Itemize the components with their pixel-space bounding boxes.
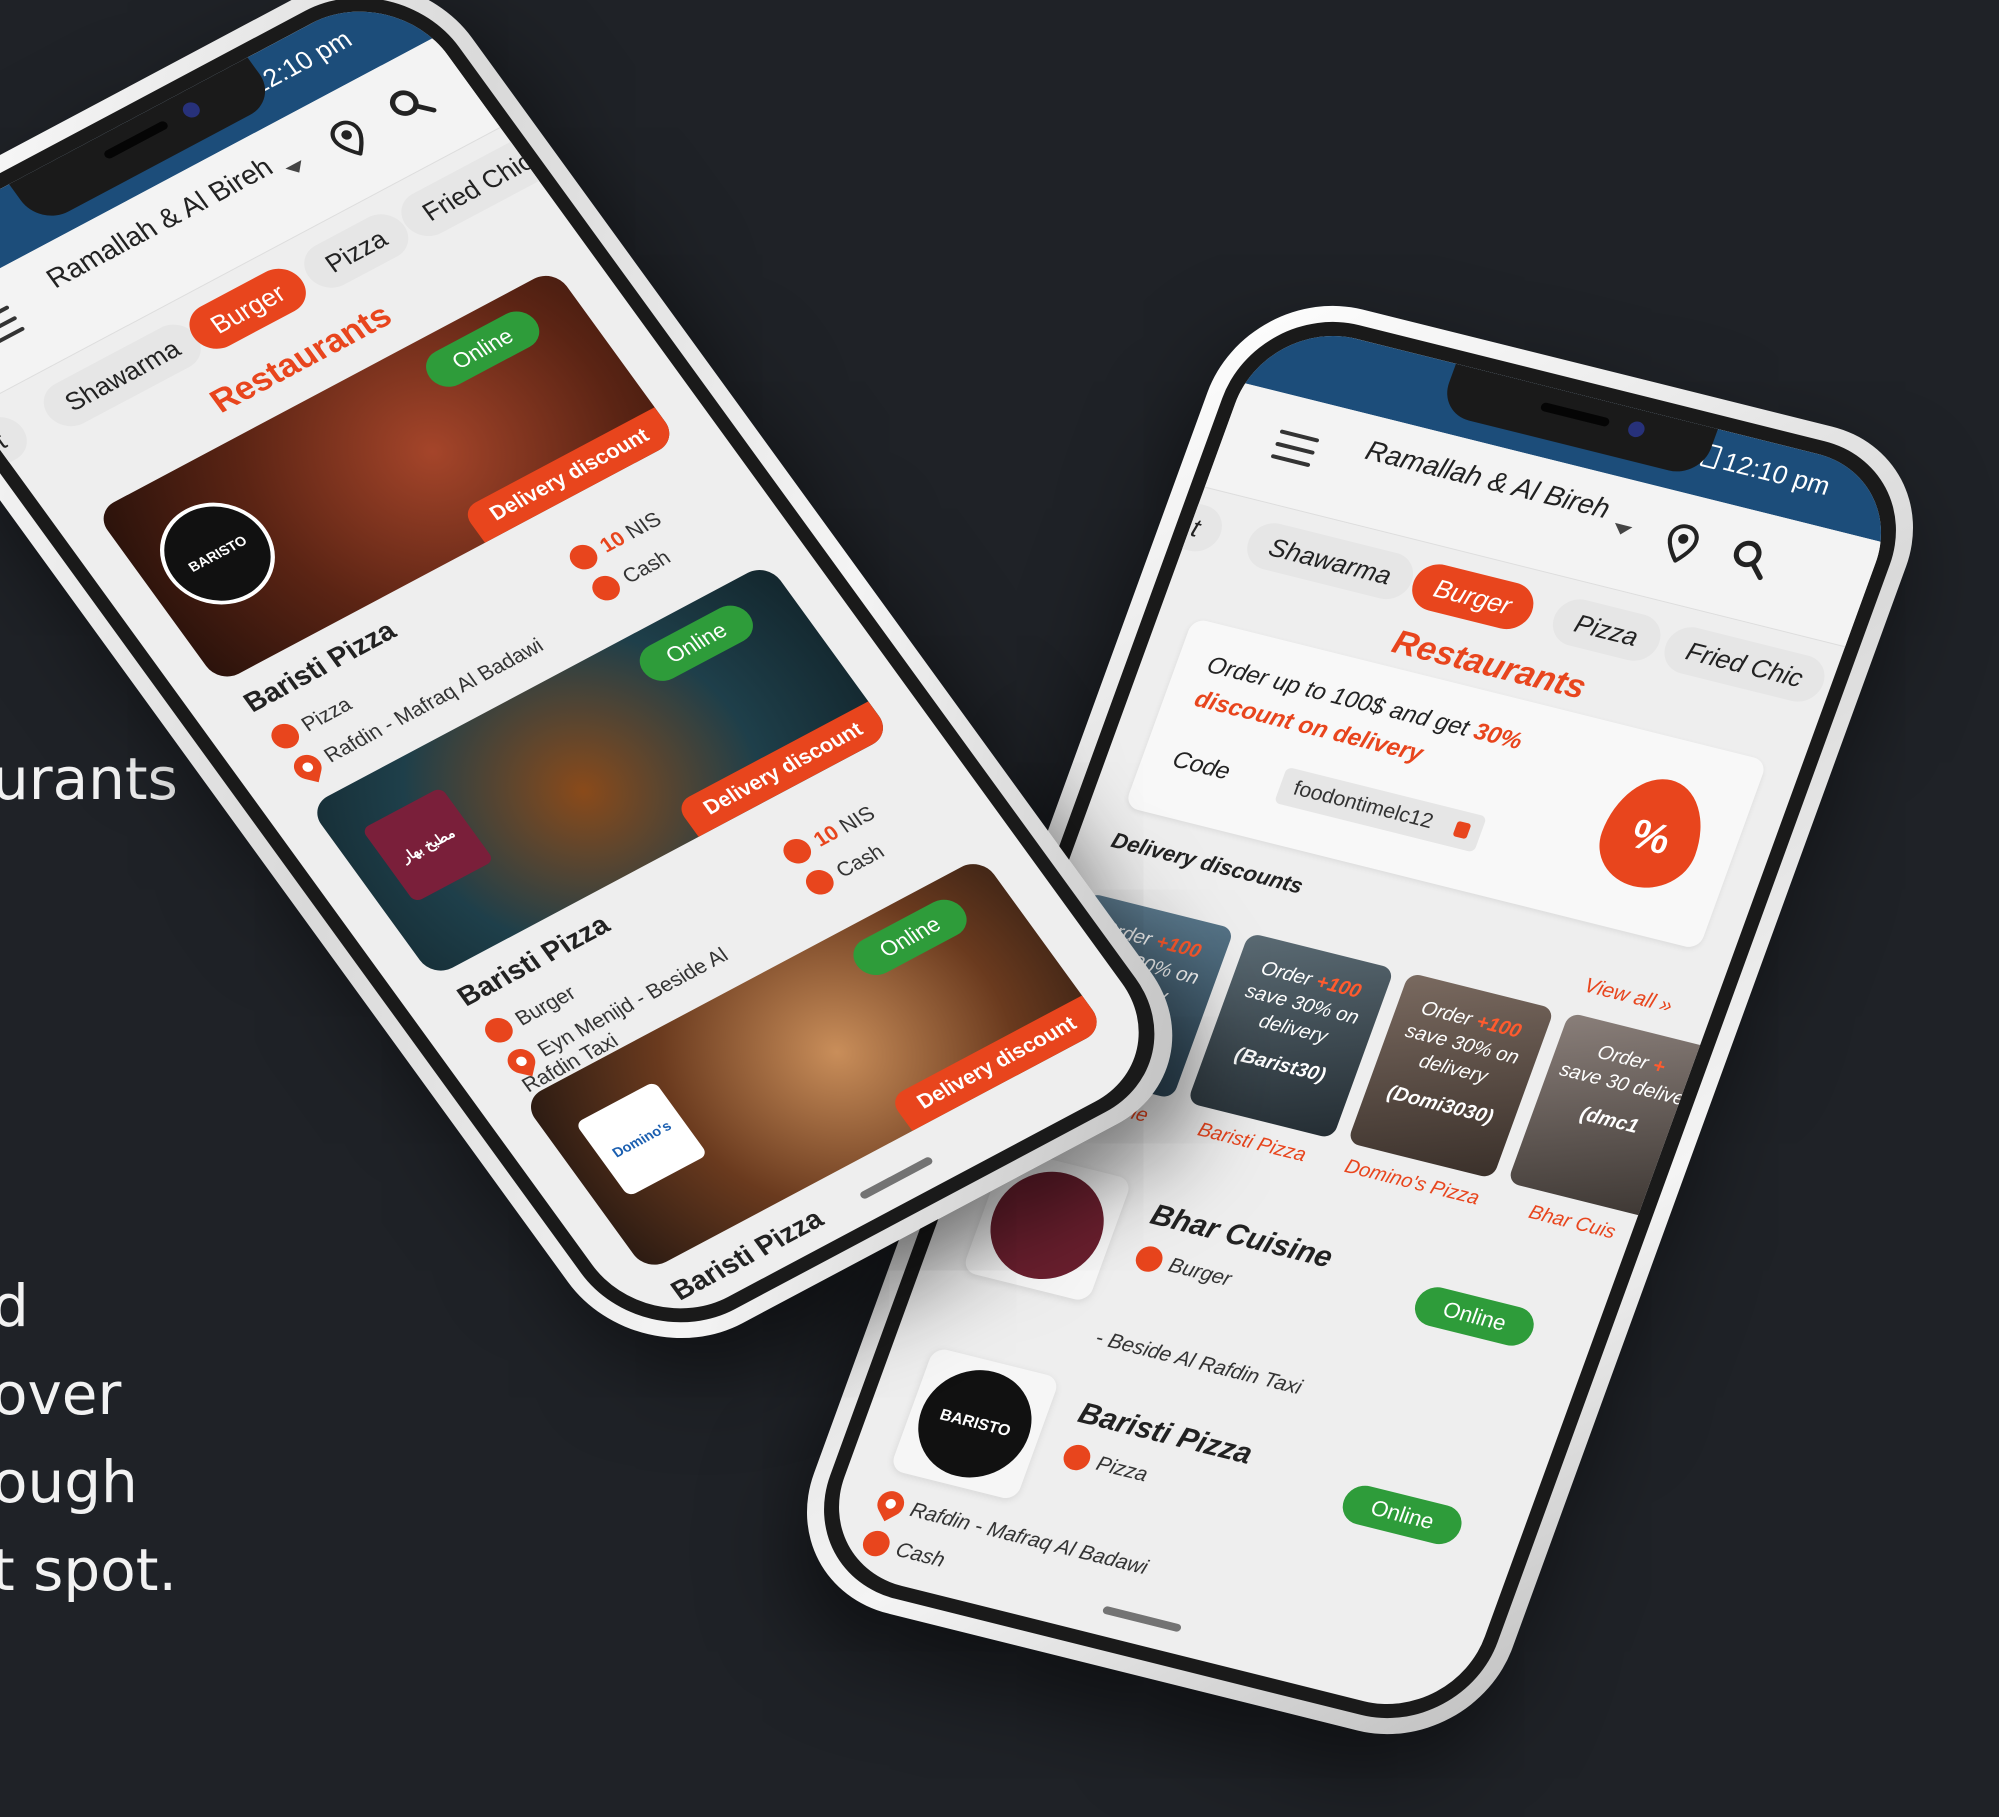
search-icon[interactable] — [1724, 535, 1777, 582]
location-pin-icon[interactable] — [324, 116, 374, 163]
side-text-5: t spot. — [0, 1536, 177, 1604]
cash-icon — [859, 1528, 894, 1559]
chevron-down-icon[interactable] — [285, 160, 308, 177]
promo-code-label: Code — [1168, 745, 1234, 786]
side-text-4: ough — [0, 1448, 138, 1516]
cutlery-icon — [1059, 1442, 1095, 1473]
cutlery-icon — [1132, 1243, 1167, 1275]
location-pin-icon[interactable] — [1660, 521, 1703, 566]
location-pin-icon — [505, 1046, 538, 1077]
location-pin-icon — [872, 1486, 909, 1522]
status-badge: Online — [1337, 1481, 1468, 1549]
discount-fire-icon: % — [1586, 768, 1719, 898]
delivery-discount-badge: Delivery discount — [888, 995, 1106, 1131]
side-text-2: d — [0, 1272, 29, 1340]
restaurant-logo: Domino's — [575, 1081, 709, 1197]
cash-icon — [586, 571, 626, 605]
side-text-1: urants — [0, 745, 178, 813]
cash-icon — [800, 865, 839, 899]
restaurant-category: Burger — [1132, 1243, 1235, 1292]
side-text-3: over — [0, 1360, 122, 1428]
search-icon[interactable] — [381, 79, 440, 130]
status-badge: Online — [418, 304, 548, 394]
status-badge: Online — [1409, 1283, 1540, 1350]
app-screen: 12:10 pm Ramallah & Al Bireh t Shawarma … — [0, 0, 1177, 1341]
copy-icon[interactable] — [1452, 820, 1472, 840]
tab-burger[interactable]: Burger — [1405, 559, 1541, 635]
hamburger-menu-icon[interactable] — [1270, 429, 1320, 468]
location-pin-icon — [291, 752, 325, 783]
restaurant-address: - Beside Al Rafdin Taxi — [1092, 1326, 1305, 1400]
delivery-truck-icon — [778, 834, 817, 868]
restaurant-logo: مطبخ بهار — [361, 786, 495, 903]
delivery-truck-icon — [564, 540, 603, 574]
payment-method: Cash — [859, 1528, 949, 1573]
hamburger-menu-icon[interactable] — [0, 305, 26, 349]
chevron-down-icon[interactable] — [1611, 522, 1633, 537]
restaurant-category: Pizza — [1059, 1442, 1152, 1487]
restaurant-logo: BARISTO — [137, 484, 298, 624]
cutlery-icon — [266, 719, 305, 753]
view-all-link[interactable]: View all » — [1581, 974, 1676, 1018]
tab-pizza[interactable]: Pizza — [1546, 594, 1667, 666]
cutlery-icon — [479, 1013, 519, 1047]
